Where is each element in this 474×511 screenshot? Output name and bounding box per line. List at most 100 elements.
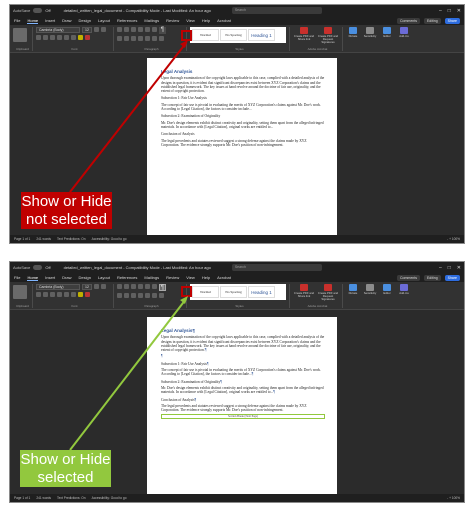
status-accessibility[interactable]: Accessibility: Good to go xyxy=(92,496,127,500)
bold-icon[interactable] xyxy=(36,292,41,297)
strikethrough-icon[interactable] xyxy=(57,292,62,297)
italic-icon[interactable] xyxy=(43,35,48,40)
tab-view[interactable]: View xyxy=(186,275,195,280)
tab-design[interactable]: Design xyxy=(78,275,90,280)
numbering-icon[interactable] xyxy=(124,27,129,32)
maximize-icon[interactable]: □ xyxy=(448,265,451,271)
increase-indent-icon[interactable] xyxy=(145,27,150,32)
borders-icon[interactable] xyxy=(159,36,164,41)
zoom-control[interactable]: - + 100% xyxy=(447,237,460,241)
shrink-font-icon[interactable] xyxy=(101,27,106,32)
tab-layout[interactable]: Layout xyxy=(98,18,110,23)
align-center-icon[interactable] xyxy=(124,293,129,298)
font-name-select[interactable]: Cambria (Body) xyxy=(36,27,80,33)
editor-button[interactable]: Editor xyxy=(380,27,394,38)
grow-font-icon[interactable] xyxy=(94,284,99,289)
style-heading-1[interactable]: Heading 1 xyxy=(248,286,275,298)
align-left-icon[interactable] xyxy=(117,36,122,41)
tab-references[interactable]: References xyxy=(117,18,137,23)
bold-icon[interactable] xyxy=(36,35,41,40)
tab-review[interactable]: Review xyxy=(166,275,179,280)
font-color-icon[interactable] xyxy=(85,292,90,297)
show-hide-pilcrow-icon[interactable]: ¶ xyxy=(159,27,166,34)
status-words[interactable]: 241 words xyxy=(36,496,51,500)
comments-button[interactable]: Comments xyxy=(397,274,420,281)
paste-icon[interactable] xyxy=(13,285,27,299)
document-page[interactable]: Legal Analysis¶ Upon thorough examinatio… xyxy=(147,317,337,497)
minimize-icon[interactable]: – xyxy=(439,265,442,271)
tab-mailings[interactable]: Mailings xyxy=(144,18,159,23)
dictate-button[interactable]: Dictate xyxy=(346,284,360,295)
editing-button[interactable]: Editing xyxy=(423,274,441,281)
tab-help[interactable]: Help xyxy=(202,275,210,280)
close-icon[interactable]: ✕ xyxy=(457,265,461,271)
underline-icon[interactable] xyxy=(50,35,55,40)
document-page[interactable]: Legal Analysis Upon thorough examination… xyxy=(147,58,337,243)
shrink-font-icon[interactable] xyxy=(101,284,106,289)
bullets-icon[interactable] xyxy=(117,284,122,289)
status-predictions[interactable]: Text Predictions: On xyxy=(57,496,86,500)
sensitivity-button[interactable]: Sensitivity xyxy=(363,284,377,295)
dictate-button[interactable]: Dictate xyxy=(346,27,360,38)
sort-icon[interactable] xyxy=(152,27,157,32)
tab-help[interactable]: Help xyxy=(202,18,210,23)
superscript-icon[interactable] xyxy=(71,292,76,297)
bullets-icon[interactable] xyxy=(117,27,122,32)
tab-layout[interactable]: Layout xyxy=(98,275,110,280)
comments-button[interactable]: Comments xyxy=(397,17,420,24)
status-page[interactable]: Page 1 of 1 xyxy=(14,237,30,241)
editor-button[interactable]: Editor xyxy=(380,284,394,295)
align-right-icon[interactable] xyxy=(131,293,136,298)
close-icon[interactable]: ✕ xyxy=(457,8,461,14)
tab-references[interactable]: References xyxy=(117,275,137,280)
highlight-icon[interactable] xyxy=(78,35,83,40)
minimize-icon[interactable]: – xyxy=(439,8,442,14)
subscript-icon[interactable] xyxy=(64,292,69,297)
style-no-spacing[interactable]: No Spacing xyxy=(220,29,247,41)
strikethrough-icon[interactable] xyxy=(57,35,62,40)
search-input[interactable]: Search xyxy=(231,7,322,14)
tab-insert[interactable]: Insert xyxy=(45,275,55,280)
align-right-icon[interactable] xyxy=(131,36,136,41)
line-spacing-icon[interactable] xyxy=(145,293,150,298)
decrease-indent-icon[interactable] xyxy=(138,27,143,32)
style-normal[interactable]: Normal xyxy=(192,286,219,298)
zoom-control[interactable]: - + 100% xyxy=(447,496,460,500)
font-size-select[interactable]: 12 xyxy=(82,284,92,290)
paste-icon[interactable] xyxy=(13,28,27,42)
tab-home[interactable]: Home xyxy=(27,18,39,24)
highlight-icon[interactable] xyxy=(78,292,83,297)
tab-acrobat[interactable]: Acrobat xyxy=(217,18,231,23)
add-ins-button[interactable]: Add-ins xyxy=(397,27,411,38)
status-page[interactable]: Page 1 of 1 xyxy=(14,496,30,500)
increase-indent-icon[interactable] xyxy=(145,284,150,289)
status-words[interactable]: 241 words xyxy=(36,237,51,241)
subscript-icon[interactable] xyxy=(64,35,69,40)
tab-view[interactable]: View xyxy=(186,18,195,23)
share-button[interactable]: Share xyxy=(444,17,460,24)
shading-icon[interactable] xyxy=(152,36,157,41)
justify-icon[interactable] xyxy=(138,36,143,41)
borders-icon[interactable] xyxy=(159,293,164,298)
tab-acrobat[interactable]: Acrobat xyxy=(217,275,231,280)
font-size-select[interactable]: 12 xyxy=(82,27,92,33)
style-heading-1[interactable]: Heading 1 xyxy=(248,29,275,41)
font-name-select[interactable]: Cambria (Body) xyxy=(36,284,80,290)
multilevel-list-icon[interactable] xyxy=(131,27,136,32)
tab-file[interactable]: File xyxy=(14,18,20,23)
show-hide-pilcrow-icon[interactable]: ¶ xyxy=(159,284,166,291)
line-spacing-icon[interactable] xyxy=(145,36,150,41)
share-button[interactable]: Share xyxy=(444,274,460,281)
autosave-toggle[interactable] xyxy=(33,8,43,13)
maximize-icon[interactable]: □ xyxy=(448,8,451,14)
underline-icon[interactable] xyxy=(50,292,55,297)
style-no-spacing[interactable]: No Spacing xyxy=(220,286,247,298)
tab-mailings[interactable]: Mailings xyxy=(144,275,159,280)
status-predictions[interactable]: Text Predictions: On xyxy=(57,237,86,241)
autosave-toggle[interactable] xyxy=(33,265,43,270)
superscript-icon[interactable] xyxy=(71,35,76,40)
tab-draw[interactable]: Draw xyxy=(62,18,71,23)
tab-draw[interactable]: Draw xyxy=(62,275,71,280)
editing-button[interactable]: Editing xyxy=(423,17,441,24)
status-accessibility[interactable]: Accessibility: Good to go xyxy=(92,237,127,241)
